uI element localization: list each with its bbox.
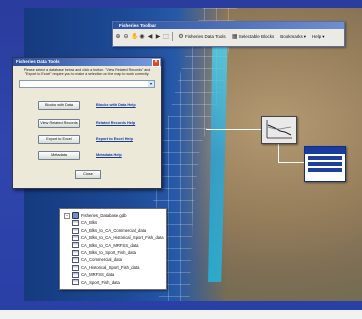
table-icon — [72, 234, 79, 241]
blocks-icon: ▦ — [231, 33, 238, 40]
tree-item-label: CA_Blks_to_CA_Commercial_data — [81, 227, 147, 233]
table-graphic-row — [308, 162, 342, 166]
blocks-with-data-help-link[interactable]: Blocks with Data Help — [96, 103, 136, 107]
tree-item-label: CA_Blks_to_CA_Historical_Sport_Fish_data — [81, 235, 164, 241]
tree-item[interactable]: CA_Blks — [64, 219, 166, 227]
metadata-button[interactable]: Metadata — [38, 151, 80, 160]
select-icon[interactable]: ⬚ — [163, 34, 169, 40]
connector-line — [206, 129, 261, 130]
tree-item[interactable]: CA_Commercial_data — [64, 256, 166, 264]
tree-item[interactable]: CA_Sport_Fish_data — [64, 279, 166, 286]
tree-item[interactable]: CA_Blks_to_CA_Commercial_data — [64, 227, 166, 234]
table-icon — [72, 242, 79, 249]
export-to-excel-help-link[interactable]: Export to Excel Help — [96, 137, 133, 141]
metadata-help-link[interactable]: Metadata Help — [96, 153, 122, 157]
table-graphic-row — [308, 168, 342, 172]
tree-item-label: CA_Blks — [81, 220, 98, 226]
chevron-down-icon: ▾ — [322, 33, 325, 39]
database-select[interactable]: ▾ — [19, 79, 155, 88]
tree-item-label: CA_Blks_to_Sport_Fish_data — [81, 250, 136, 256]
selectable-blocks-label: Selectable Blocks — [238, 34, 275, 39]
tree-item-label: CA_Commercial_data — [81, 257, 122, 263]
back-icon[interactable]: ◀ — [147, 34, 153, 40]
toolbar-title: Fisheries Toolbar — [113, 22, 344, 29]
fisheries-data-tools-button[interactable]: ⚙ Fisheries Data Tools — [176, 34, 228, 40]
help-menu[interactable]: Help ▾ — [310, 34, 327, 40]
bookmarks-label: Bookmarks — [280, 34, 303, 39]
bookmarks-menu[interactable]: Bookmarks ▾ — [278, 34, 308, 40]
export-to-excel-button[interactable]: Export to Excel — [38, 135, 80, 144]
blocks-with-data-button[interactable]: Blocks with Data — [38, 101, 80, 110]
dialog-instruction: Please select a database below and click… — [23, 68, 151, 77]
table-icon — [72, 264, 79, 271]
full-extent-icon[interactable]: ◉ — [139, 34, 145, 40]
bottom-strip — [0, 310, 362, 319]
forward-icon[interactable]: ▶ — [155, 34, 161, 40]
pan-icon[interactable]: ✋ — [131, 34, 138, 40]
connector-line — [278, 142, 279, 163]
table-icon — [72, 279, 79, 286]
zoom-in-icon[interactable]: ⊕ — [115, 34, 121, 40]
toolbar-separator — [172, 32, 173, 41]
table-icon — [72, 220, 79, 227]
tree-item-label: CA_Blks_to_CA_MRFSS_data — [81, 242, 139, 248]
help-label: Help — [312, 34, 322, 39]
tree-item[interactable]: CA_Blks_to_CA_MRFSS_data — [64, 242, 166, 249]
geodatabase-icon — [72, 212, 79, 220]
line-chart-icon — [266, 120, 292, 139]
related-records-help-link[interactable]: Related Records Help — [96, 121, 135, 125]
tree-item[interactable]: CA_Blks_to_Sport_Fish_data — [64, 249, 166, 256]
fisheries-toolbar: Fisheries Toolbar ⊕ ⊖ ✋ ◉ ◀ ▶ ⬚ ⚙ Fisher… — [112, 21, 345, 47]
zoom-out-icon[interactable]: ⊖ — [123, 34, 129, 40]
table-icon — [72, 271, 79, 278]
tree-root[interactable]: − Fisheries_Database.gdb — [64, 212, 166, 220]
connector-line — [278, 162, 304, 163]
table-graphic — [304, 146, 346, 182]
tools-icon: ⚙ — [178, 33, 184, 40]
table-icon — [72, 257, 79, 264]
dialog-title-text: Fisheries Data Tools — [16, 59, 60, 64]
geodatabase-tree: − Fisheries_Database.gdb CA_Blks CA_Blks… — [59, 208, 167, 290]
tree-root-label: Fisheries_Database.gdb — [81, 213, 127, 218]
chart-graphic — [261, 116, 297, 144]
dialog-title: Fisheries Data Tools × — [13, 58, 161, 67]
chevron-down-icon[interactable]: ▾ — [148, 80, 154, 87]
table-icon — [72, 249, 79, 256]
table-icon — [72, 227, 79, 234]
fisheries-data-tools-label: Fisheries Data Tools — [185, 34, 226, 39]
tree-item[interactable]: CA_Historical_Sport_Fish_data — [64, 264, 166, 271]
close-button[interactable]: Close — [75, 170, 101, 179]
chevron-down-icon: ▾ — [303, 33, 306, 39]
tree-item[interactable]: CA_MRFSS_data — [64, 271, 166, 278]
tree-item-label: CA_Sport_Fish_data — [81, 279, 120, 285]
tree-item-label: CA_Historical_Sport_Fish_data — [81, 264, 140, 270]
fisheries-data-tools-dialog: Fisheries Data Tools × Please select a d… — [12, 57, 162, 189]
table-graphic-row — [308, 156, 342, 160]
selectable-blocks-button[interactable]: ▦ Selectable Blocks — [230, 34, 277, 40]
tree-item-label: CA_MRFSS_data — [81, 272, 115, 278]
view-related-records-button[interactable]: View Related Records — [38, 119, 80, 128]
table-graphic-header — [305, 147, 345, 154]
close-icon[interactable]: × — [152, 59, 160, 67]
collapse-icon[interactable]: − — [64, 212, 70, 219]
tree-item[interactable]: CA_Blks_to_CA_Historical_Sport_Fish_data — [64, 234, 166, 241]
